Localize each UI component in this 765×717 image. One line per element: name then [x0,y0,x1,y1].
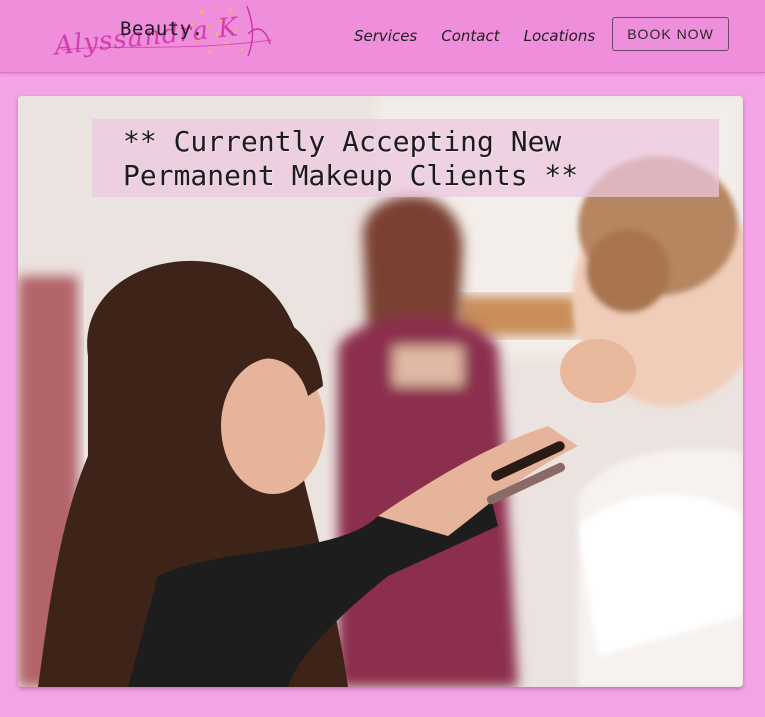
site-header: Alyssandra K Beauty. Services Contact Lo… [0,0,765,73]
nav-link-contact[interactable]: Contact [441,27,499,45]
nav-link-services[interactable]: Services [354,27,417,45]
announcement-banner: ** Currently Accepting New Permanent Mak… [92,119,719,197]
logo-brand-text: Beauty. [120,18,204,40]
announcement-text: ** Currently Accepting New Permanent Mak… [123,125,579,192]
hero-image: ** Currently Accepting New Permanent Mak… [18,96,743,687]
brand-logo[interactable]: Alyssandra K Beauty. [52,0,277,66]
nav-link-locations[interactable]: Locations [524,27,596,45]
book-now-button[interactable]: BOOK NOW [612,17,729,51]
main-nav: Services Contact Locations [354,27,619,45]
